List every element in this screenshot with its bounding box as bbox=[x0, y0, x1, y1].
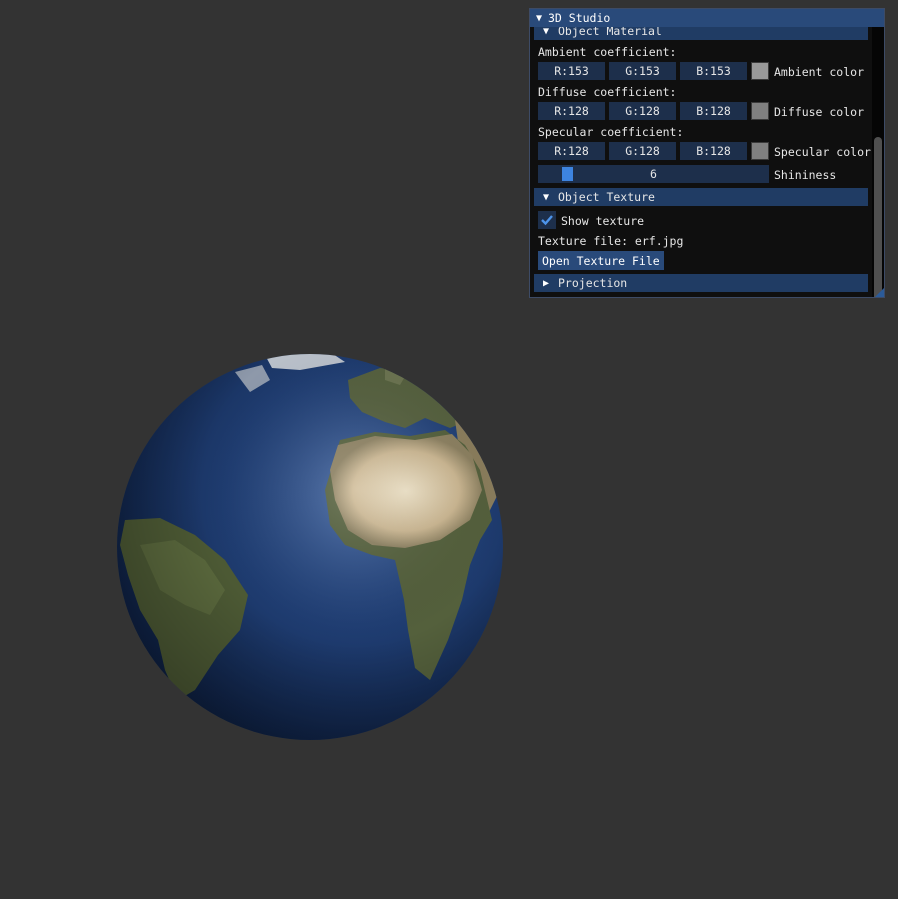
specular-color-label: Specular color bbox=[774, 145, 871, 159]
object-texture-label: Object Texture bbox=[558, 190, 655, 204]
diffuse-color-label: Diffuse color bbox=[774, 105, 865, 119]
object-material-header[interactable]: ▼ Object Material bbox=[534, 27, 868, 40]
projection-header[interactable]: ▶ Projection bbox=[534, 274, 868, 292]
scrollbar-thumb[interactable] bbox=[874, 137, 882, 297]
ambient-coefficient-label: Ambient coefficient: bbox=[538, 45, 677, 59]
open-texture-file-button[interactable]: Open Texture File bbox=[538, 251, 664, 270]
texture-file-text: Texture file: erf.jpg bbox=[538, 234, 684, 248]
object-texture-header[interactable]: ▼ Object Texture bbox=[534, 188, 868, 206]
panel-scrollbar[interactable] bbox=[872, 27, 884, 297]
shininess-value: 6 bbox=[650, 167, 657, 181]
diffuse-coefficient-label: Diffuse coefficient: bbox=[538, 85, 677, 99]
panel-content: ▼ Object Material Ambient coefficient: R… bbox=[530, 27, 872, 297]
object-material-label: Object Material bbox=[558, 27, 662, 38]
diffuse-color-swatch[interactable] bbox=[751, 102, 769, 120]
diffuse-g-field[interactable]: G:128 bbox=[609, 102, 676, 120]
ambient-b-field[interactable]: B:153 bbox=[680, 62, 747, 80]
ambient-color-swatch[interactable] bbox=[751, 62, 769, 80]
studio-panel[interactable]: ▼ 3D Studio ▼ Object Material Ambient co… bbox=[529, 8, 885, 298]
specular-r-field[interactable]: R:128 bbox=[538, 142, 605, 160]
shininess-slider[interactable]: 6 bbox=[538, 165, 769, 183]
checkmark-icon bbox=[541, 215, 553, 226]
show-texture-checkbox[interactable] bbox=[538, 211, 556, 229]
specular-coefficient-label: Specular coefficient: bbox=[538, 125, 684, 139]
expand-arrow-icon: ▼ bbox=[542, 191, 550, 203]
specular-b-field[interactable]: B:128 bbox=[680, 142, 747, 160]
collapsed-arrow-icon: ▶ bbox=[542, 277, 550, 289]
ambient-color-label: Ambient color bbox=[774, 65, 865, 79]
specular-color-swatch[interactable] bbox=[751, 142, 769, 160]
shininess-label: Shininess bbox=[774, 168, 837, 182]
panel-title: 3D Studio bbox=[548, 11, 611, 25]
resize-grip-icon[interactable] bbox=[875, 288, 884, 297]
collapse-arrow-icon[interactable]: ▼ bbox=[530, 13, 548, 24]
diffuse-b-field[interactable]: B:128 bbox=[680, 102, 747, 120]
diffuse-r-field[interactable]: R:128 bbox=[538, 102, 605, 120]
ambient-g-field[interactable]: G:153 bbox=[609, 62, 676, 80]
projection-label: Projection bbox=[558, 276, 628, 290]
show-texture-label: Show texture bbox=[561, 214, 645, 228]
specular-g-field[interactable]: G:128 bbox=[609, 142, 676, 160]
expand-arrow-icon: ▼ bbox=[542, 27, 550, 37]
ambient-r-field[interactable]: R:153 bbox=[538, 62, 605, 80]
panel-titlebar[interactable]: ▼ 3D Studio bbox=[530, 9, 884, 27]
